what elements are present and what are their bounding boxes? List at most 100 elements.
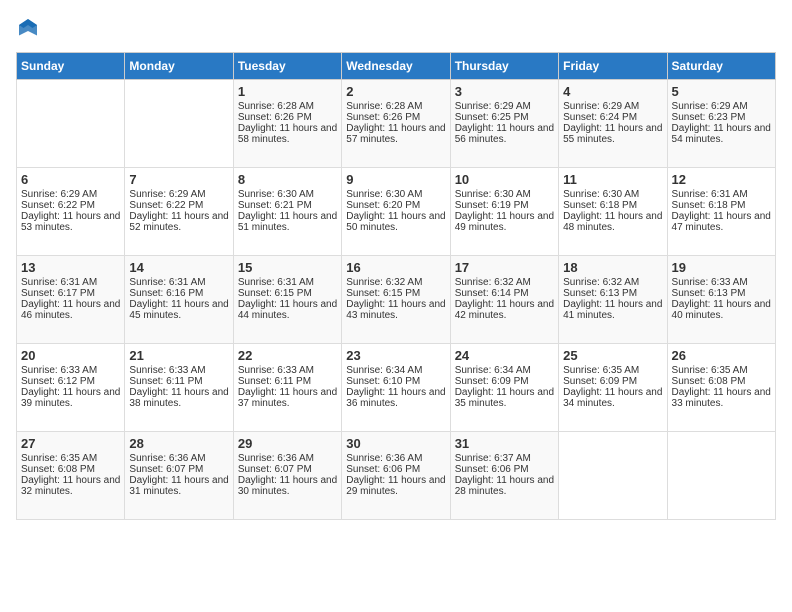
calendar-cell: 8Sunrise: 6:30 AMSunset: 6:21 PMDaylight… — [233, 168, 341, 256]
sunset-text: Sunset: 6:08 PM — [21, 464, 120, 475]
calendar-cell — [125, 80, 233, 168]
calendar-cell: 7 Sunrise: 6:29 AMSunset: 6:22 PMDaylight… — [125, 168, 233, 256]
sunset-text: Sunset: 6:15 PM — [238, 288, 337, 299]
day-number: 27 — [21, 436, 120, 451]
day-number: 28 — [129, 436, 228, 451]
daylight-text: Daylight: 11 hours and 28 minutes. — [455, 475, 554, 497]
sunset-text: Sunset: 6:09 PM — [455, 376, 554, 387]
page-header — [16, 16, 776, 40]
day-number: 8 — [238, 172, 337, 187]
daylight-text: Daylight: 11 hours and 39 minutes. — [21, 387, 120, 409]
calendar-week-5: 27Sunrise: 6:35 AMSunset: 6:08 PMDayligh… — [17, 432, 776, 520]
sunrise-text: Sunrise: 6:33 AM — [129, 365, 228, 376]
header-cell-saturday: Saturday — [667, 53, 775, 80]
sunset-text: Sunset: 6:09 PM — [563, 376, 662, 387]
sunrise-text: Sunrise: 6:30 AM — [563, 189, 662, 200]
calendar-week-2: 6Sunrise: 6:29 AMSunset: 6:22 PMDaylight… — [17, 168, 776, 256]
calendar-week-1: 1Sunrise: 6:28 AMSunset: 6:26 PMDaylight… — [17, 80, 776, 168]
calendar-cell: 14Sunrise: 6:31 AMSunset: 6:16 PMDayligh… — [125, 256, 233, 344]
day-number: 23 — [346, 348, 445, 363]
sunrise-text: Sunrise: 6:35 AM — [21, 453, 120, 464]
calendar-cell: 16Sunrise: 6:32 AMSunset: 6:15 PMDayligh… — [342, 256, 450, 344]
sunrise-text: Sunrise: 6:37 AM — [455, 453, 554, 464]
sunrise-text: Sunrise: 6:30 AM — [238, 189, 337, 200]
calendar-week-4: 20Sunrise: 6:33 AMSunset: 6:12 PMDayligh… — [17, 344, 776, 432]
day-number: 4 — [563, 84, 662, 99]
day-number: 5 — [672, 84, 771, 99]
daylight-text: Daylight: 11 hours and 33 minutes. — [672, 387, 771, 409]
sunset-text: Sunset: 6:26 PM — [346, 112, 445, 123]
calendar-cell: 30Sunrise: 6:36 AMSunset: 6:06 PMDayligh… — [342, 432, 450, 520]
daylight-text: Daylight: 11 hours and 32 minutes. — [21, 475, 120, 497]
daylight-text: Daylight: 11 hours and 56 minutes. — [455, 123, 554, 145]
daylight-text: Daylight: 11 hours and 50 minutes. — [346, 211, 445, 233]
sunset-text: Sunset: 6:24 PM — [563, 112, 662, 123]
day-number: 18 — [563, 260, 662, 275]
sunrise-text: Sunrise: 6:31 AM — [238, 277, 337, 288]
calendar-cell: 3Sunrise: 6:29 AMSunset: 6:25 PMDaylight… — [450, 80, 558, 168]
day-number: 6 — [21, 172, 120, 187]
sunset-text: Sunset: 6:25 PM — [455, 112, 554, 123]
calendar-table: SundayMondayTuesdayWednesdayThursdayFrid… — [16, 52, 776, 520]
sunset-text: Sunset: 6:08 PM — [672, 376, 771, 387]
daylight-text: Daylight: 11 hours and 55 minutes. — [563, 123, 662, 145]
calendar-cell: 28Sunrise: 6:36 AMSunset: 6:07 PMDayligh… — [125, 432, 233, 520]
sunset-text: Sunset: 6:06 PM — [346, 464, 445, 475]
sunrise-text: Sunrise: 6:30 AM — [346, 189, 445, 200]
daylight-text: Daylight: 11 hours and 48 minutes. — [563, 211, 662, 233]
daylight-text: Daylight: 11 hours and 57 minutes. — [346, 123, 445, 145]
day-number: 12 — [672, 172, 771, 187]
daylight-text: Daylight: 11 hours and 38 minutes. — [129, 387, 228, 409]
sunset-text: Sunset: 6:22 PM — [129, 200, 228, 211]
daylight-text: Daylight: 11 hours and 52 minutes. — [129, 211, 228, 233]
sunset-text: Sunset: 6:11 PM — [129, 376, 228, 387]
sunset-text: Sunset: 6:14 PM — [455, 288, 554, 299]
calendar-cell — [667, 432, 775, 520]
sunrise-text: Sunrise: 6:29 AM — [21, 189, 120, 200]
sunrise-text: Sunrise: 6:33 AM — [672, 277, 771, 288]
sunrise-text: Sunrise: 6:29 AM — [563, 101, 662, 112]
daylight-text: Daylight: 11 hours and 34 minutes. — [563, 387, 662, 409]
sunrise-text: Sunrise: 6:36 AM — [346, 453, 445, 464]
day-number: 2 — [346, 84, 445, 99]
sunset-text: Sunset: 6:20 PM — [346, 200, 445, 211]
calendar-cell: 12Sunrise: 6:31 AMSunset: 6:18 PMDayligh… — [667, 168, 775, 256]
calendar-cell: 27 Sunrise: 6:35 AMSunset: 6:08 PMDayligh… — [17, 432, 125, 520]
sunrise-text: Sunrise: 6:32 AM — [346, 277, 445, 288]
sunset-text: Sunset: 6:11 PM — [238, 376, 337, 387]
day-number: 25 — [563, 348, 662, 363]
sunrise-text: Sunrise: 6:34 AM — [346, 365, 445, 376]
sunset-text: Sunset: 6:21 PM — [238, 200, 337, 211]
sunset-text: Sunset: 6:15 PM — [346, 288, 445, 299]
calendar-week-3: 13Sunrise: 6:31 AMSunset: 6:17 PMDayligh… — [17, 256, 776, 344]
day-number: 7 — [129, 172, 228, 187]
day-number: 14 — [129, 260, 228, 275]
header-cell-thursday: Thursday — [450, 53, 558, 80]
calendar-cell: 29Sunrise: 6:36 AMSunset: 6:07 PMDayligh… — [233, 432, 341, 520]
day-number: 15 — [238, 260, 337, 275]
logo-icon — [16, 16, 40, 40]
sunset-text: Sunset: 6:16 PM — [129, 288, 228, 299]
daylight-text: Daylight: 11 hours and 29 minutes. — [346, 475, 445, 497]
sunset-text: Sunset: 6:19 PM — [455, 200, 554, 211]
day-number: 26 — [672, 348, 771, 363]
calendar-cell: 23Sunrise: 6:34 AMSunset: 6:10 PMDayligh… — [342, 344, 450, 432]
header-cell-wednesday: Wednesday — [342, 53, 450, 80]
day-number: 22 — [238, 348, 337, 363]
sunset-text: Sunset: 6:07 PM — [238, 464, 337, 475]
day-number: 19 — [672, 260, 771, 275]
day-number: 1 — [238, 84, 337, 99]
day-number: 29 — [238, 436, 337, 451]
sunrise-text: Sunrise: 6:32 AM — [455, 277, 554, 288]
daylight-text: Daylight: 11 hours and 42 minutes. — [455, 299, 554, 321]
sunset-text: Sunset: 6:18 PM — [563, 200, 662, 211]
daylight-text: Daylight: 11 hours and 58 minutes. — [238, 123, 337, 145]
sunrise-text: Sunrise: 6:36 AM — [129, 453, 228, 464]
sunset-text: Sunset: 6:12 PM — [21, 376, 120, 387]
sunset-text: Sunset: 6:13 PM — [563, 288, 662, 299]
calendar-cell: 19Sunrise: 6:33 AMSunset: 6:13 PMDayligh… — [667, 256, 775, 344]
sunrise-text: Sunrise: 6:29 AM — [129, 189, 228, 200]
calendar-cell: 10Sunrise: 6:30 AMSunset: 6:19 PMDayligh… — [450, 168, 558, 256]
sunrise-text: Sunrise: 6:31 AM — [129, 277, 228, 288]
sunset-text: Sunset: 6:10 PM — [346, 376, 445, 387]
